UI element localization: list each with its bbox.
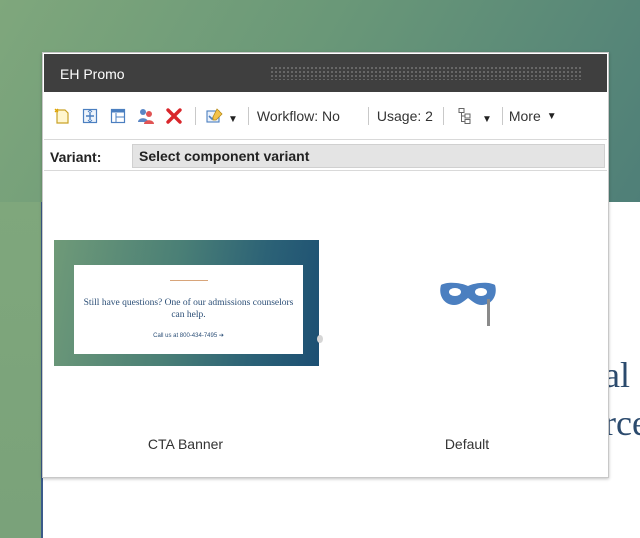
more-menu-button[interactable]: More <box>509 108 541 124</box>
editor-toolbar: ▼ Workflow: No Usage: 2 ▼ More ▼ <box>44 99 607 133</box>
delete-icon[interactable] <box>163 105 185 127</box>
variant-list: Still have questions? One of our admissi… <box>44 171 607 477</box>
toolbar-separator <box>442 107 444 125</box>
panel-titlebar[interactable]: EH Promo <box>44 54 607 92</box>
variant-name: Default <box>444 436 490 452</box>
preview-scroll-dot <box>317 335 323 343</box>
variant-card-default[interactable]: Default <box>327 171 607 477</box>
tree-icon[interactable] <box>454 105 476 127</box>
toolbar-separator <box>247 107 249 125</box>
edit-check-icon[interactable] <box>204 105 226 127</box>
variant-label: Variant: <box>50 149 102 165</box>
drag-grip[interactable] <box>270 66 582 80</box>
usage-count[interactable]: Usage: 2 <box>377 108 433 124</box>
page-background-text-1: al <box>604 355 630 395</box>
page-background-text-2: rce <box>604 403 640 443</box>
cta-banner-preview-box: Still have questions? One of our admissi… <box>74 265 303 354</box>
new-item-icon[interactable] <box>51 105 73 127</box>
layout-icon[interactable] <box>107 105 129 127</box>
toolbar-separator <box>367 107 369 125</box>
preview-divider <box>170 280 208 281</box>
toolbar-separator <box>195 107 196 125</box>
workflow-status[interactable]: Workflow: No <box>257 108 340 124</box>
cta-banner-preview: Still have questions? One of our admissi… <box>54 240 323 366</box>
chevron-down-icon[interactable]: ▼ <box>547 111 557 122</box>
variant-card-cta-banner[interactable]: Still have questions? One of our admissi… <box>44 171 327 477</box>
insert-icon[interactable] <box>79 105 101 127</box>
preview-call-text: Call us at 800-434-7495 ➔ <box>153 333 224 339</box>
page-left-strip <box>0 202 42 538</box>
variant-select[interactable]: Select component variant <box>132 144 605 168</box>
panel-title: EH Promo <box>60 66 125 82</box>
toolbar-separator <box>501 107 503 125</box>
mask-icon <box>440 282 496 326</box>
chevron-down-icon[interactable]: ▼ <box>228 114 238 125</box>
component-editor-panel: EH Promo ▼ Workflow: No Usage: 2 ▼ More … <box>42 52 609 478</box>
users-icon[interactable] <box>135 105 157 127</box>
variant-name: CTA Banner <box>147 436 224 452</box>
preview-heading: Still have questions? One of our admissi… <box>83 298 294 320</box>
chevron-down-icon[interactable]: ▼ <box>482 114 492 125</box>
variant-row: Variant: Select component variant <box>44 139 607 171</box>
